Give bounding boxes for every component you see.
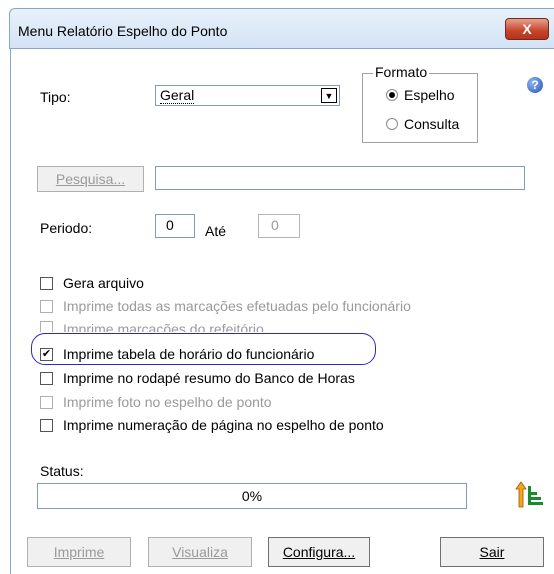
- imprime-button[interactable]: Imprime: [27, 537, 131, 567]
- option-numeracao-pagina[interactable]: Imprime numeração de página no espelho d…: [40, 417, 384, 433]
- option-label: Imprime no rodapé resumo do Banco de Hor…: [63, 370, 355, 386]
- visualiza-button[interactable]: Visualiza: [148, 537, 252, 567]
- pesquisa-field[interactable]: [155, 166, 525, 190]
- checkbox[interactable]: [40, 276, 53, 290]
- periodo-to-field[interactable]: 0: [258, 214, 300, 238]
- checkbox[interactable]: [40, 418, 53, 432]
- chevron-down-icon[interactable]: ▼: [321, 88, 337, 103]
- option-banco-horas[interactable]: Imprime no rodapé resumo do Banco de Hor…: [40, 370, 355, 386]
- sort-ascending-icon[interactable]: [515, 480, 545, 510]
- pesquisa-button[interactable]: Pesquisa...: [37, 166, 144, 192]
- radio-espelho-dot[interactable]: [386, 89, 398, 101]
- close-button[interactable]: X: [505, 18, 549, 40]
- checkbox[interactable]: [40, 299, 53, 313]
- option-label: Imprime foto no espelho de ponto: [63, 394, 272, 410]
- option-marcacoes-refeitorio[interactable]: Imprime marcações do refeitório: [40, 321, 264, 332]
- highlight-ellipse: [31, 333, 376, 365]
- tipo-select-value: Geral: [160, 87, 195, 104]
- title-bar: Menu Relatório Espelho do Ponto X: [9, 8, 554, 49]
- formato-group: Formato: [362, 64, 478, 143]
- tipo-label: Tipo:: [40, 89, 71, 105]
- status-label: Status:: [40, 463, 84, 479]
- option-label: Gera arquivo: [63, 275, 144, 291]
- option-label: Imprime todas as marcações efetuadas pel…: [63, 298, 411, 314]
- radio-espelho[interactable]: Espelho: [386, 87, 455, 103]
- option-todas-marcacoes[interactable]: Imprime todas as marcações efetuadas pel…: [40, 298, 411, 314]
- status-progress-bar: 0%: [37, 483, 467, 509]
- tipo-select[interactable]: Geral ▼: [155, 85, 340, 106]
- checkbox[interactable]: [40, 371, 53, 385]
- option-gera-arquivo[interactable]: Gera arquivo: [40, 275, 144, 291]
- option-label: Imprime marcações do refeitório: [63, 321, 264, 332]
- periodo-from-field[interactable]: 0: [155, 214, 195, 238]
- option-label: Imprime numeração de página no espelho d…: [63, 417, 384, 433]
- periodo-label: Periodo:: [40, 220, 93, 236]
- checkbox[interactable]: [40, 395, 53, 409]
- formato-legend: Formato: [373, 64, 430, 80]
- radio-consulta[interactable]: Consulta: [386, 116, 459, 132]
- radio-espelho-label: Espelho: [404, 87, 455, 103]
- checkbox[interactable]: [40, 321, 53, 332]
- radio-consulta-label: Consulta: [404, 116, 460, 132]
- progress-text: 0%: [241, 488, 263, 504]
- help-icon[interactable]: ?: [527, 77, 543, 93]
- ate-label: Até: [205, 223, 227, 239]
- close-icon: X: [522, 21, 532, 37]
- option-foto-espelho[interactable]: Imprime foto no espelho de ponto: [40, 394, 272, 410]
- configura-button[interactable]: Configura...: [268, 537, 370, 567]
- radio-consulta-dot[interactable]: [386, 118, 398, 130]
- sair-button[interactable]: Sair: [440, 537, 544, 567]
- window-title: Menu Relatório Espelho do Ponto: [18, 23, 228, 39]
